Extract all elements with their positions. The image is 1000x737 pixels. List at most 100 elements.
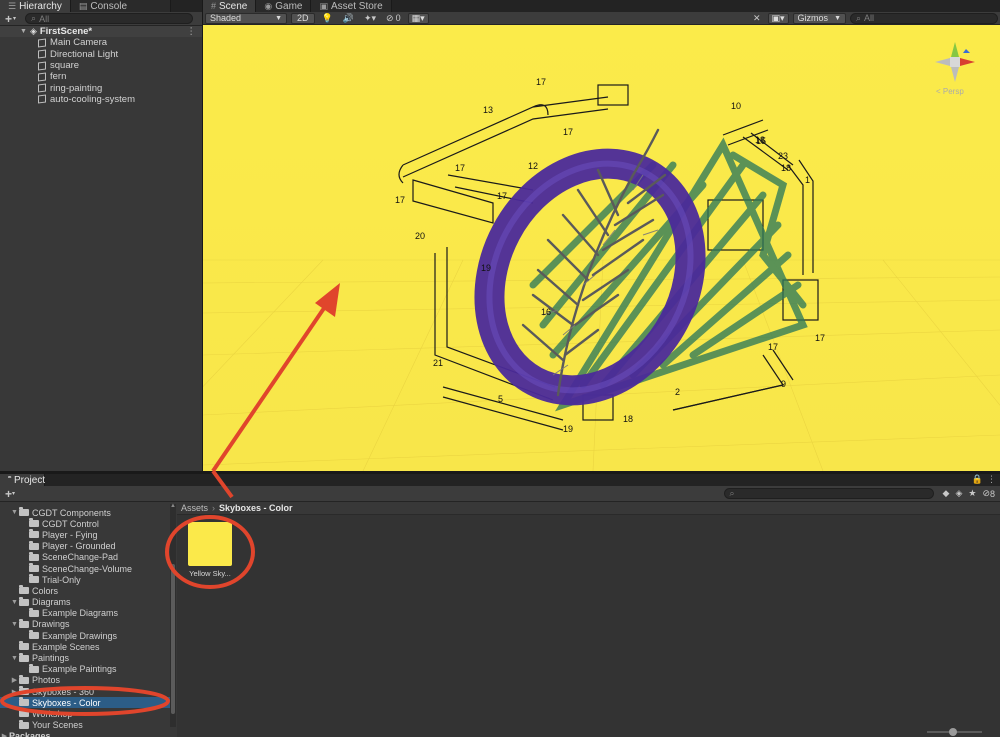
camera-dropdown[interactable]: ▣▾	[767, 12, 789, 24]
project-folder-item[interactable]: Skyboxes - Color	[0, 697, 170, 709]
hierarchy-toolbar: + ▾ ⌕ All	[0, 12, 202, 26]
search-by-type-icon[interactable]: ◆	[940, 488, 953, 499]
project-folder-item[interactable]: Example Diagrams	[0, 607, 170, 619]
collapsed-caret-icon[interactable]: ▶	[10, 676, 19, 684]
expanded-caret-icon[interactable]: ▼	[10, 599, 19, 606]
project-folder-item[interactable]: SceneChange-Volume	[0, 563, 170, 574]
orientation-gizmo[interactable]: < Persp	[930, 37, 980, 97]
project-folder-item[interactable]: ▶ Photos	[0, 674, 170, 686]
project-folder-item[interactable]: Example Drawings	[0, 630, 170, 641]
zoom-slider[interactable]	[927, 728, 982, 736]
hierarchy-panel: ☰ Hierarchy ▤ Console + ▾ ⌕ All ▼ ◈ First…	[0, 0, 202, 471]
effects-dropdown-icon[interactable]: ✦▾	[361, 13, 379, 24]
project-folder-item[interactable]: Your Scenes	[0, 719, 170, 731]
collapsed-caret-icon[interactable]: ▶	[10, 688, 19, 696]
tab-project[interactable]: Project	[0, 474, 45, 486]
hidden-count: 0	[395, 13, 401, 23]
project-folder-item[interactable]: CGDT Control	[0, 518, 170, 529]
panel-menu-icon[interactable]: ⋮	[987, 474, 1000, 486]
scroll-up-arrow-icon[interactable]: ▲	[170, 503, 176, 509]
scene-viewport[interactable]: 17 13 17 17 17 12 17 20 19 21 5 19 18 2 9 17 17 1 18 23 18 15…	[203, 25, 1000, 471]
asset-label: Yellow Sky...	[189, 569, 231, 578]
arrow-shaft	[211, 293, 335, 471]
folder-label: Drawings	[32, 619, 70, 630]
project-folder-item[interactable]: Colors	[0, 585, 170, 596]
hierarchy-item[interactable]: Main Camera	[0, 37, 202, 48]
scene-menu-icon[interactable]: ⋮	[187, 26, 197, 37]
create-button[interactable]: + ▾	[2, 12, 19, 26]
hierarchy-item-label: square	[50, 60, 80, 72]
axis-gizmo-icon	[935, 42, 975, 82]
folder-icon	[29, 663, 39, 673]
project-folder-item[interactable]: ▼ Diagrams	[0, 596, 170, 608]
folder-label: Example Drawings	[42, 630, 118, 641]
scene-search-input[interactable]: ⌕ All	[850, 12, 998, 24]
shading-mode-dropdown[interactable]: Shaded ▼	[205, 12, 287, 24]
tab-game[interactable]: ◉ Game	[256, 0, 312, 12]
persp-label[interactable]: < Persp	[936, 87, 964, 96]
hierarchy-item[interactable]: auto-cooling-system	[0, 94, 202, 105]
folder-label: Player - Grounded	[42, 541, 116, 552]
breadcrumb-separator-icon: ›	[212, 503, 216, 513]
hierarchy-item[interactable]: square	[0, 60, 202, 71]
project-folder-item[interactable]: Player - Grounded	[0, 540, 170, 552]
toggle-2d-button[interactable]: 2D	[291, 12, 315, 24]
expanded-caret-icon[interactable]: ▼	[10, 621, 19, 628]
tab-hierarchy[interactable]: ☰ Hierarchy	[0, 0, 71, 12]
project-folder-item[interactable]: ▼ Paintings	[0, 652, 170, 663]
hidden-packages-toggle[interactable]: ⊘ 8	[979, 488, 998, 499]
folder-icon	[19, 652, 29, 662]
tools-icon[interactable]: ✕	[750, 13, 764, 24]
tab-console[interactable]: ▤ Console	[70, 0, 171, 12]
hidden-objects-toggle[interactable]: ⊘ 0	[383, 13, 404, 24]
project-folder-item[interactable]: ▼ CGDT Components	[0, 507, 170, 518]
folder-label: Example Scenes	[32, 641, 100, 652]
folder-label: Your Scenes	[32, 720, 83, 731]
gizmos-dropdown[interactable]: Gizmos ▼	[792, 12, 846, 24]
tree-scrollbar-thumb[interactable]	[171, 564, 175, 714]
scene-root-row[interactable]: ▼ ◈ FirstScene* ⋮	[0, 26, 202, 38]
collapsed-caret-icon[interactable]: ▶	[0, 732, 9, 737]
asset-area: Assets › Skyboxes - Color Yellow Sky...	[177, 502, 1000, 737]
breadcrumb-assets[interactable]: Assets	[181, 503, 208, 513]
project-folder-item[interactable]: Workshop	[0, 708, 170, 719]
tab-scene[interactable]: # Scene	[203, 0, 257, 12]
project-folder-item[interactable]: Trial-Only	[0, 574, 170, 585]
project-folder-item[interactable]: Example Scenes	[0, 641, 170, 652]
search-by-label-icon[interactable]: ◈	[952, 488, 965, 499]
audio-toggle-icon[interactable]: 🔊	[340, 13, 357, 24]
project-folder-item[interactable]: SceneChange-Pad	[0, 551, 170, 563]
hierarchy-item[interactable]: Directional Light	[0, 49, 202, 60]
gameobject-cube-icon	[38, 38, 46, 48]
expanded-caret-icon[interactable]: ▼	[10, 655, 19, 662]
grid-snap-dropdown[interactable]: ▦▾	[407, 12, 429, 24]
favorite-icon[interactable]: ★	[965, 488, 979, 499]
folder-icon	[19, 507, 29, 517]
folder-label: Photos	[32, 675, 61, 686]
zoom-slider-thumb[interactable]	[949, 728, 957, 736]
expanded-caret-icon[interactable]: ▼	[10, 509, 19, 516]
folder-icon	[29, 529, 39, 539]
folder-label: SceneChange-Pad	[42, 552, 119, 563]
project-folder-item[interactable]: Player - Fying	[0, 529, 170, 540]
create-asset-button[interactable]: + ▾	[2, 487, 18, 501]
hierarchy-item[interactable]: fern	[0, 71, 202, 82]
project-folder-item[interactable]: ▶ Skyboxes - 360	[0, 686, 170, 697]
asset-footer	[177, 725, 1000, 737]
asset-tile[interactable]: Yellow Sky...	[185, 522, 235, 578]
grid-icon: #	[211, 1, 217, 11]
hierarchy-search-input[interactable]: ⌕ All	[25, 13, 194, 24]
folder-icon	[19, 618, 29, 628]
project-folder-item[interactable]: ▶ Packages	[0, 731, 170, 737]
tab-console-label: Console	[90, 0, 128, 12]
project-folder-item[interactable]: ▼ Drawings	[0, 618, 170, 630]
project-search-input[interactable]: ⌕	[723, 488, 934, 499]
lock-icon[interactable]: 🔒	[968, 474, 987, 486]
hierarchy-item[interactable]: ring-painting	[0, 82, 202, 94]
project-folder-item[interactable]: Example Paintings	[0, 663, 170, 675]
tree-scrollbar[interactable]	[170, 504, 176, 727]
folder-icon	[19, 596, 29, 606]
breadcrumb-current[interactable]: Skyboxes - Color	[219, 503, 293, 513]
lighting-toggle-icon[interactable]: 💡	[319, 13, 336, 24]
tab-asset-store[interactable]: ▣ Asset Store	[311, 0, 392, 12]
